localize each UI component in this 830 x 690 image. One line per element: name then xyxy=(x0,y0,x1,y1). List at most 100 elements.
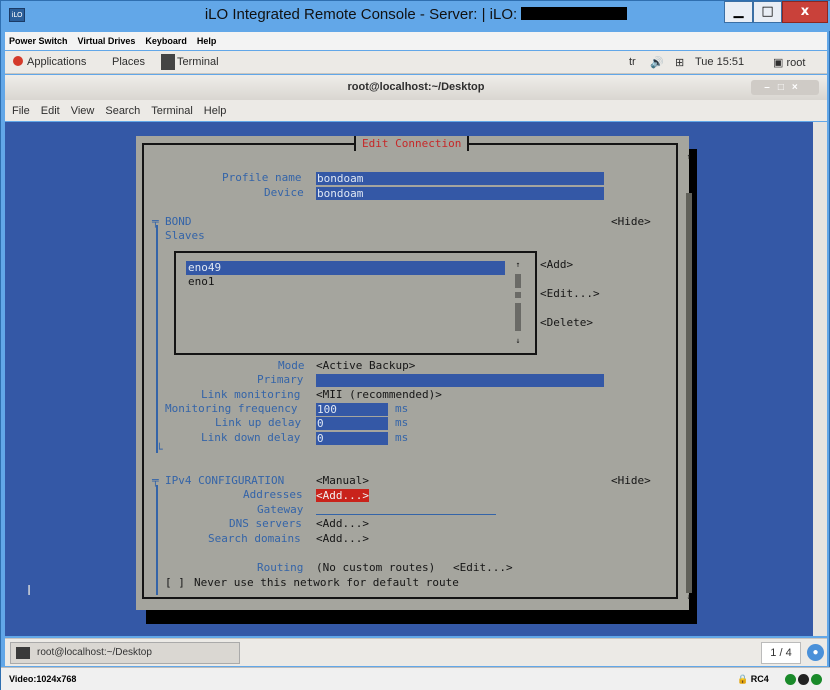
device-field[interactable]: bondoam xyxy=(316,187,604,200)
terminal-title-bar[interactable]: root@localhost:~/Desktop –□× xyxy=(5,75,827,100)
close-button[interactable]: x xyxy=(782,1,828,23)
slaves-scrollbar[interactable]: ↑ ↓ xyxy=(514,261,522,346)
slaves-list[interactable]: eno49 eno1 ↑ ↓ xyxy=(174,251,537,355)
ipv4-method-select[interactable]: <Manual> xyxy=(316,474,369,487)
terminal-menu-edit[interactable]: Edit xyxy=(41,105,60,117)
encryption-label: RC4 xyxy=(750,674,769,684)
taskbar-terminal-button[interactable]: root@localhost:~/Desktop xyxy=(10,642,240,664)
slave-edit-button[interactable]: <Edit...> xyxy=(540,287,600,300)
menu-help[interactable]: Help xyxy=(197,36,217,46)
slave-add-button[interactable]: <Add> xyxy=(540,258,573,271)
applications-menu[interactable]: Applications xyxy=(13,56,86,68)
terminal-app-icon xyxy=(161,54,175,70)
ipv4-hide-button[interactable]: <Hide> xyxy=(611,474,651,487)
profile-name-field[interactable]: bondoam xyxy=(316,172,604,185)
link-up-delay-unit: ms xyxy=(395,416,409,429)
text-cursor-icon: Ⅰ xyxy=(27,582,32,598)
user-menu[interactable]: ▣ root xyxy=(773,56,805,69)
video-resolution: Video:1024x768 xyxy=(9,674,77,684)
ipv4-section-label: IPv4 CONFIGURATION xyxy=(165,474,285,487)
network-icon[interactable]: ⊞ xyxy=(675,56,684,69)
slave-item[interactable]: eno1 xyxy=(188,275,215,288)
terminal-menu-bar: File Edit View Search Terminal Help xyxy=(5,100,827,121)
workspace-indicator[interactable]: 1 / 4 xyxy=(761,642,801,664)
window-title: iLO Integrated Remote Console - Server: … xyxy=(1,6,830,23)
terminal-menu-terminal[interactable]: Terminal xyxy=(151,105,193,117)
never-default-label: Never use this network for default route xyxy=(194,576,459,589)
link-monitoring-label: Link monitoring xyxy=(201,388,301,401)
taskbar-terminal-label: root@localhost:~/Desktop xyxy=(37,647,152,658)
places-menu[interactable]: Places xyxy=(112,56,145,68)
terminal-task-icon xyxy=(16,647,30,659)
routing-edit-button[interactable]: <Edit...> xyxy=(453,561,513,574)
link-up-delay-field[interactable]: 0 xyxy=(316,417,388,430)
menu-virtual-drives[interactable]: Virtual Drives xyxy=(78,36,136,46)
scroll-thumb[interactable] xyxy=(515,274,521,288)
dialog-scroll-up-icon[interactable]: ↑ xyxy=(685,153,693,161)
terminal-menu-file[interactable]: File xyxy=(12,105,30,117)
slave-delete-button[interactable]: <Delete> xyxy=(540,316,593,329)
never-default-checkbox[interactable]: [ ] xyxy=(165,576,185,589)
link-monitoring-select[interactable]: <MII (recommended)> xyxy=(316,388,442,401)
window-title-bar[interactable]: iLO iLO Integrated Remote Console - Serv… xyxy=(1,1,830,31)
scroll-thumb-mid xyxy=(515,292,521,298)
edit-connection-dialog: Edit Connection Profile name bondoam Dev… xyxy=(136,136,692,610)
status-led-2 xyxy=(798,674,809,685)
primary-label: Primary xyxy=(257,373,304,386)
scroll-down-icon[interactable]: ↓ xyxy=(514,337,522,345)
terminal-app-label[interactable]: Terminal xyxy=(177,56,219,68)
dns-servers-label: DNS servers xyxy=(229,517,302,530)
terminal-title: root@localhost:~/Desktop xyxy=(347,81,485,93)
gateway-field[interactable] xyxy=(316,503,496,515)
gnome-top-bar: Applications Places Terminal tr 🔊 ⊞ Tue … xyxy=(5,51,827,74)
monitoring-frequency-field[interactable]: 100 xyxy=(316,403,388,416)
search-domains-add-button[interactable]: <Add...> xyxy=(316,532,369,545)
link-down-delay-label: Link down delay xyxy=(201,431,301,444)
input-language-indicator[interactable]: tr xyxy=(629,56,636,68)
routing-value: (No custom routes) xyxy=(316,561,436,574)
window-title-text: iLO Integrated Remote Console - Server: … xyxy=(204,6,518,23)
scroll-up-icon[interactable]: ↑ xyxy=(514,261,522,269)
distro-logo-icon xyxy=(13,56,23,66)
dialog-scroll-down-icon[interactable]: ↓ xyxy=(685,593,693,601)
slave-item-selected[interactable]: eno49 xyxy=(186,261,505,275)
dns-add-button[interactable]: <Add...> xyxy=(316,517,369,530)
gnome-taskbar: root@localhost:~/Desktop 1 / 4 ● xyxy=(5,638,827,666)
encryption-indicator: 🔒 RC4 xyxy=(737,674,769,685)
lock-icon: 🔒 xyxy=(737,674,749,684)
terminal-menu-search[interactable]: Search xyxy=(105,105,140,117)
ilo-status-bar: Video:1024x768 🔒 RC4 xyxy=(1,667,830,690)
clock[interactable]: Tue 15:51 xyxy=(695,56,744,68)
status-led-1 xyxy=(785,674,796,685)
applications-label: Applications xyxy=(27,56,87,68)
menu-power-switch[interactable]: Power Switch xyxy=(9,36,68,46)
dialog-scrollbar[interactable]: ↑ ↓ xyxy=(684,153,694,607)
terminal-menu-view[interactable]: View xyxy=(71,105,95,117)
terminal-scrollbar[interactable] xyxy=(813,122,827,636)
routing-label: Routing xyxy=(257,561,304,574)
volume-icon[interactable]: 🔊 xyxy=(650,56,664,69)
terminal-menu-help[interactable]: Help xyxy=(204,105,227,117)
mode-label: Mode xyxy=(278,359,305,372)
menu-keyboard[interactable]: Keyboard xyxy=(145,36,187,46)
bond-section-end: └ xyxy=(156,443,163,456)
bond-hide-button[interactable]: <Hide> xyxy=(611,215,651,228)
dialog-frame: Edit Connection Profile name bondoam Dev… xyxy=(142,136,692,601)
addresses-add-button[interactable]: <Add...> xyxy=(316,489,369,502)
search-domains-label: Search domains xyxy=(208,532,301,545)
bond-section-label: BOND xyxy=(165,215,192,228)
minimize-button[interactable]: ▁ xyxy=(724,1,753,23)
workspace-switcher-icon[interactable]: ● xyxy=(807,644,824,661)
link-down-delay-field[interactable]: 0 xyxy=(316,432,388,445)
status-led-3 xyxy=(811,674,822,685)
primary-field[interactable] xyxy=(316,374,604,387)
maximize-button[interactable]: □ xyxy=(753,1,782,23)
user-icon: ▣ xyxy=(773,57,784,69)
slaves-label: Slaves xyxy=(165,229,205,242)
dialog-scroll-thumb[interactable] xyxy=(686,193,692,593)
terminal-window-controls[interactable]: –□× xyxy=(751,80,819,95)
mode-select[interactable]: <Active Backup> xyxy=(316,359,415,372)
addresses-label: Addresses xyxy=(243,488,303,501)
monitoring-frequency-label: Monitoring frequency xyxy=(165,402,298,415)
ipv4-section-line xyxy=(156,485,158,595)
